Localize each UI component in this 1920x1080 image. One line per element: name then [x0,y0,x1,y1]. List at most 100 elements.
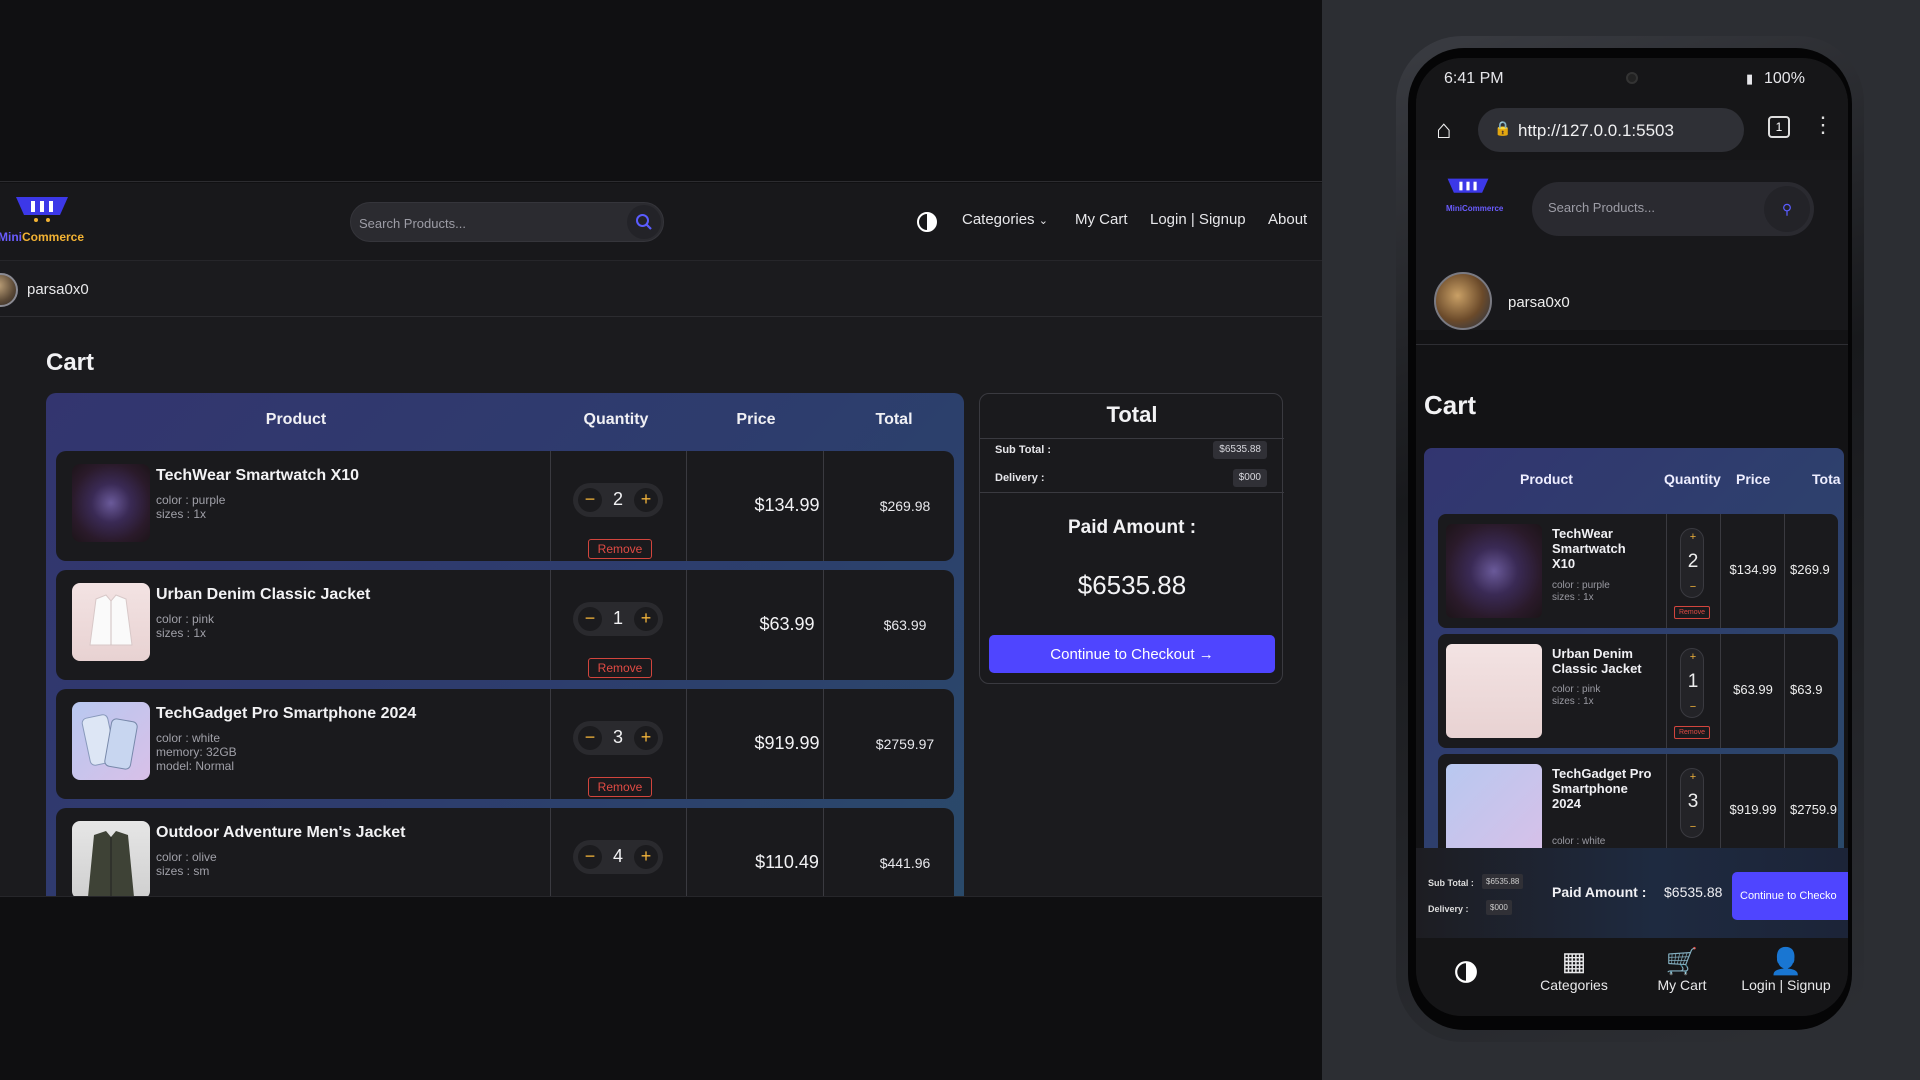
product-image-jacket[interactable] [1446,644,1542,738]
product-spec: sizes : 1x [156,507,207,521]
product-spec: color : olive [156,850,217,864]
item-total: $269.9 [1790,562,1830,577]
logo-cart-icon[interactable] [1446,176,1490,200]
decrease-button[interactable]: − [578,726,602,750]
divider [980,492,1284,493]
decrease-button[interactable]: − [578,845,602,869]
divider [1784,514,1785,628]
search-button[interactable] [627,205,661,239]
product-image-jacket[interactable] [72,583,150,661]
signal-icon: ▮ [1746,71,1754,86]
url-field[interactable]: 🔒 http://127.0.0.1:5503 [1478,108,1744,152]
checkout-button[interactable]: Continue to Checko [1732,872,1848,920]
table-row: Urban Denim Classic Jacket color : pink … [1438,634,1838,748]
product-spec: memory: 32GB [156,745,237,759]
browser-url-bar: ⌂ 🔒 http://127.0.0.1:5503 1 ⋮ [1416,100,1848,160]
product-spec: sizes : sm [156,864,210,878]
increase-button[interactable]: + [1681,531,1705,543]
checkout-button[interactable]: Continue to Checkout → [989,635,1275,673]
bottom-nav-categories[interactable]: ▦ Categories [1524,946,1624,993]
product-name[interactable]: TechGadget Pro Smartphone 2024 [1552,766,1652,811]
increase-button[interactable]: + [1681,651,1705,663]
avatar[interactable] [1434,272,1492,330]
increase-button[interactable]: + [634,607,658,631]
quantity-value: 1 [1687,671,1699,692]
remove-button[interactable]: Remove [1674,726,1710,739]
quantity-stepper: +3 − [1680,768,1704,838]
divider [550,808,551,896]
product-name[interactable]: Urban Denim Classic Jacket [1552,646,1652,676]
product-name[interactable]: TechWear Smartwatch X10 [156,467,359,485]
quantity-value: 2 [1687,551,1699,572]
mobile-checkout-bar: Sub Total : $6535.88 Delivery : $000 Pai… [1416,848,1848,938]
subtotal-value: $6535.88 [1213,441,1267,459]
nav-categories[interactable]: Categories ⌄ [962,211,1048,228]
decrease-button[interactable]: − [1681,581,1705,593]
nav-login[interactable]: Login | Signup [1150,211,1246,228]
divider [1720,514,1721,628]
divider [980,438,1284,439]
increase-button[interactable]: + [634,845,658,869]
increase-button[interactable]: + [634,488,658,512]
decrease-button[interactable]: − [578,607,602,631]
search-icon[interactable]: ⚲ [1764,186,1810,232]
nav-about[interactable]: About [1268,211,1307,228]
desktop-top-blank [0,0,1322,182]
delivery-value: $000 [1232,469,1267,487]
url-text: http://127.0.0.1:5503 [1518,121,1674,140]
item-total: $2759.97 [875,736,935,752]
phone-screen: 6:41 PM ▮ 100% ⌂ 🔒 http://127.0.0.1:5503… [1416,58,1848,1016]
product-image-smartwatch[interactable] [72,464,150,542]
product-spec: color : purple [156,493,226,507]
theme-toggle[interactable] [916,211,938,233]
bottom-nav-label: My Cart [1657,977,1707,993]
bottom-nav-label: Categories [1540,977,1608,993]
remove-button[interactable]: Remove [588,777,652,797]
increase-button[interactable]: + [634,726,658,750]
product-name[interactable]: Outdoor Adventure Men's Jacket [156,824,405,842]
decrease-button[interactable]: − [1681,701,1705,713]
product-name[interactable]: TechWear Smartwatch X10 [1552,526,1652,571]
quantity-value: 3 [612,727,623,747]
decrease-button[interactable]: − [578,488,602,512]
remove-button[interactable]: Remove [588,539,652,559]
item-price: $919.99 [754,733,820,753]
tabs-button[interactable]: 1 [1768,116,1790,138]
table-row: TechGadget Pro Smartphone 2024 color : w… [56,689,954,799]
delivery-label: Delivery : [995,472,1045,484]
order-summary: Total Sub Total : $6535.88 Delivery : $0… [979,393,1284,684]
product-image-mens-jacket[interactable] [72,821,150,896]
item-price: $63.99 [759,614,815,634]
logo[interactable]: MiniCommerce [0,195,86,247]
product-spec: color : pink [1552,684,1601,695]
search-input[interactable] [359,211,619,235]
product-image-smartphone[interactable] [72,702,150,780]
remove-button[interactable]: Remove [1674,606,1710,619]
header-price: Price [1736,471,1771,487]
remove-button[interactable]: Remove [588,658,652,678]
bottom-nav-login[interactable]: 👤 Login | Signup [1726,946,1846,993]
bottom-nav-my-cart[interactable]: 🛒 My Cart [1632,946,1732,993]
avatar[interactable] [0,273,18,307]
contrast-icon [917,212,937,232]
increase-button[interactable]: + [1681,771,1705,783]
product-name[interactable]: TechGadget Pro Smartphone 2024 [156,705,416,723]
product-spec: sizes : 1x [156,626,207,640]
product-image-smartwatch[interactable] [1446,524,1542,618]
product-name[interactable]: Urban Denim Classic Jacket [156,586,370,604]
mobile-bottom-nav: ▦ Categories 🛒 My Cart 👤 Login | Signup [1416,938,1848,1016]
subtotal-value: $6535.88 [1482,874,1524,889]
search-input[interactable]: Search Products... [1548,200,1655,215]
search-icon [636,214,652,230]
product-image-smartphone[interactable] [1446,764,1542,858]
home-icon[interactable]: ⌂ [1436,114,1452,145]
product-spec: sizes : 1x [1552,592,1594,603]
nav-my-cart[interactable]: My Cart [1075,211,1128,228]
username: parsa0x0 [1508,294,1570,311]
mobile-navbar: MiniCommerce Search Products... ⚲ parsa0… [1416,160,1848,330]
theme-toggle[interactable] [1416,960,1516,987]
more-menu-icon[interactable]: ⋮ [1812,112,1834,138]
user-bar: parsa0x0 [0,261,1322,317]
decrease-button[interactable]: − [1681,821,1705,833]
quantity-value: 4 [612,846,623,866]
